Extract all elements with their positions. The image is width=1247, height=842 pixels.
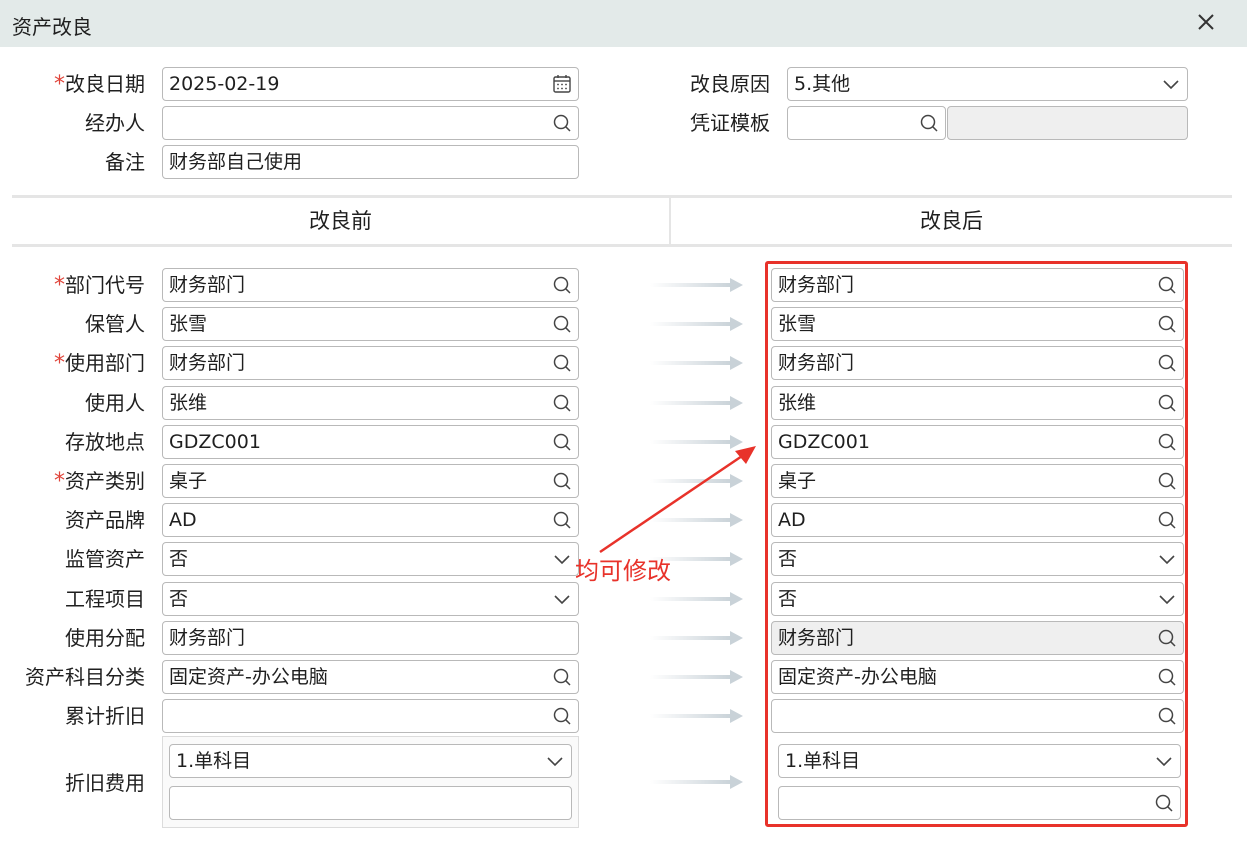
search-icon[interactable] [552,667,572,687]
row-label: 工程项目 [65,587,145,611]
section-after-title: 改良后 [920,209,983,233]
calendar-icon[interactable] [552,74,572,94]
window-title: 资产改良 [12,15,92,39]
before-value: 桌子 [169,470,208,492]
row-label: 资产科目分类 [25,665,145,689]
arrow-right-icon [650,513,743,527]
row-label: *部门代号 [54,273,145,298]
before-field[interactable]: 财务部门 [162,268,579,302]
row-label: *使用部门 [54,351,145,376]
annotation-text: 均可修改 [575,557,671,585]
arrow-right-icon [650,631,743,645]
search-icon[interactable] [552,353,572,373]
before-value: 否 [169,548,189,570]
search-icon[interactable] [552,314,572,334]
before-field[interactable]: 张雪 [162,307,579,341]
required-star: * [54,72,65,97]
close-button[interactable] [1190,6,1222,38]
before-field[interactable]: 否 [162,582,579,616]
arrow-right-icon [650,278,743,292]
row-label: 存放地点 [65,430,145,454]
date-field[interactable]: 2025-02-19 [162,67,579,101]
depreciation-before-account-field[interactable] [169,786,572,820]
row-label: 保管人 [85,312,145,336]
required-star: * [54,351,65,376]
arrow-right-icon [650,592,743,606]
row-label: 使用分配 [65,626,145,650]
row-label: 监管资产 [65,547,145,571]
remark-value: 财务部自己使用 [169,151,303,173]
required-star: * [54,469,65,494]
voucher-name-display [947,106,1188,140]
before-field[interactable]: 固定资产-办公电脑 [162,660,579,694]
remark-label: 备注 [105,150,145,174]
close-icon [1198,14,1214,30]
reason-value: 5.其他 [794,73,851,95]
voucher-label: 凭证模板 [690,111,770,135]
before-value: 张雪 [169,313,208,335]
depreciation-label: 折旧费用 [65,771,145,795]
before-value: AD [169,509,197,531]
row-label: 累计折旧 [65,704,145,728]
search-icon[interactable] [552,510,572,530]
date-label: *改良日期 [54,72,145,97]
before-field[interactable]: 财务部门 [162,621,579,655]
before-field[interactable]: 桌子 [162,464,579,498]
before-field[interactable]: 张维 [162,386,579,420]
before-value: 财务部门 [169,274,246,296]
arrow-right-icon [650,317,743,331]
reason-label: 改良原因 [690,72,770,96]
row-label: 资产品牌 [65,508,145,532]
arrow-right-icon [650,474,743,488]
before-field[interactable] [162,699,579,733]
depreciation-before-type-select[interactable]: 1.单科目 [169,744,572,778]
arrow-right-icon [650,435,743,449]
before-value: 固定资产-办公电脑 [169,666,328,688]
before-field[interactable]: AD [162,503,579,537]
before-value: 财务部门 [169,352,246,374]
arrow-right-icon [650,709,743,723]
date-value: 2025-02-19 [169,73,280,95]
required-star: * [54,273,65,298]
search-icon[interactable] [552,113,572,133]
before-field[interactable]: 财务部门 [162,346,579,380]
depreciation-before-type-value: 1.单科目 [176,750,252,772]
row-label: 使用人 [85,391,145,415]
chevron-down-icon [554,555,570,565]
search-icon[interactable] [552,706,572,726]
search-icon[interactable] [919,113,939,133]
section-before-title: 改良前 [309,209,372,233]
arrow-right-icon [650,775,743,789]
search-icon[interactable] [552,393,572,413]
before-value: GDZC001 [169,431,261,453]
remark-field[interactable]: 财务部自己使用 [162,145,579,179]
handler-label: 经办人 [85,111,145,135]
editable-highlight-box [765,261,1188,827]
chevron-down-icon [1163,80,1179,90]
before-field[interactable]: 否 [162,542,579,576]
reason-select[interactable]: 5.其他 [787,67,1188,101]
arrow-right-icon [650,670,743,684]
arrow-right-icon [650,396,743,410]
before-value: 财务部门 [169,627,246,649]
before-field[interactable]: GDZC001 [162,425,579,459]
before-value: 张维 [169,392,208,414]
search-icon[interactable] [552,275,572,295]
title-bar: 资产改良 [0,0,1247,47]
chevron-down-icon [547,757,563,767]
search-icon[interactable] [552,432,572,452]
chevron-down-icon [554,595,570,605]
search-icon[interactable] [552,471,572,491]
section-divider-bottom [12,244,1232,247]
row-label: *资产类别 [54,469,145,494]
arrow-right-icon [650,356,743,370]
voucher-field[interactable] [787,106,946,140]
handler-field[interactable] [162,106,579,140]
before-value: 否 [169,588,189,610]
